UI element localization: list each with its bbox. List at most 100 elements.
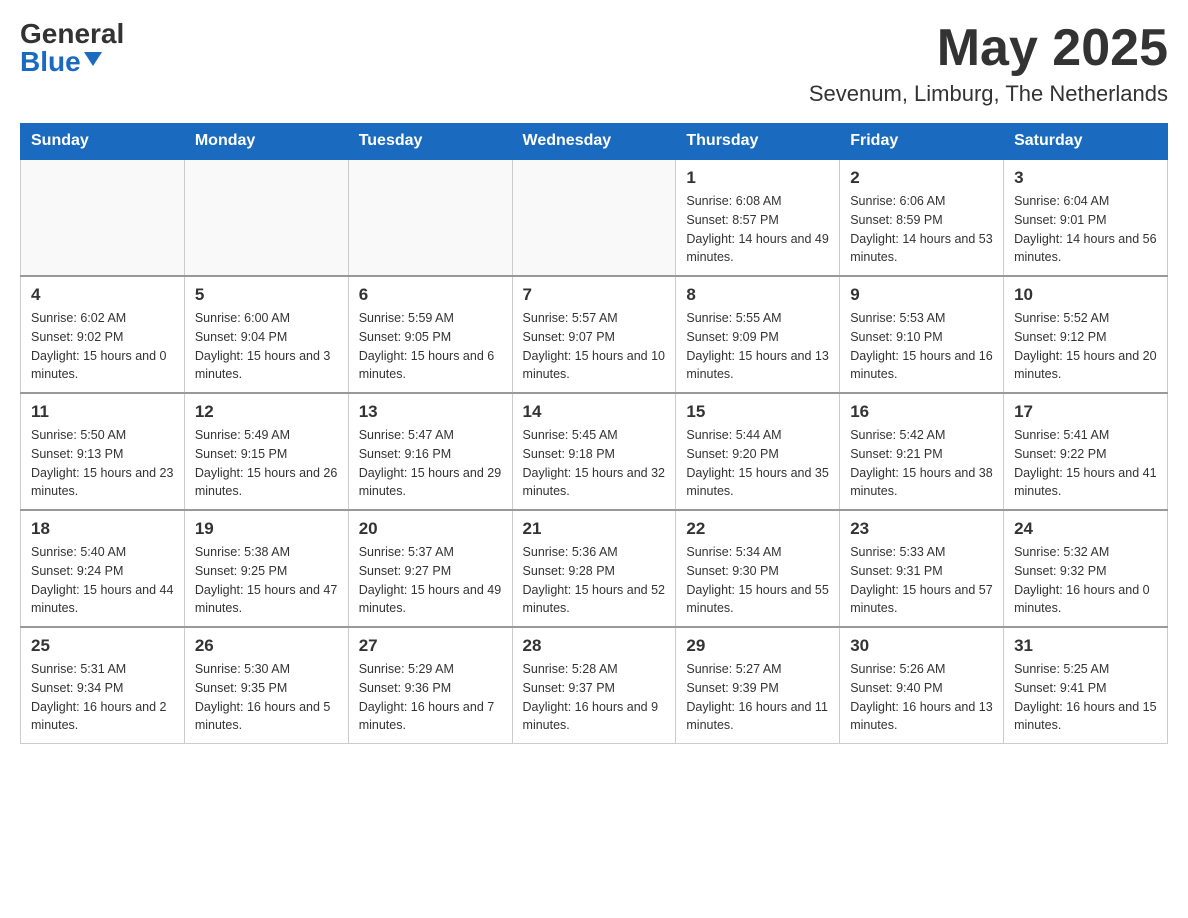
day-number: 19 [195, 519, 338, 539]
day-number: 21 [523, 519, 666, 539]
calendar-header-row: Sunday Monday Tuesday Wednesday Thursday… [21, 124, 1168, 160]
table-row: 2Sunrise: 6:06 AMSunset: 8:59 PMDaylight… [840, 159, 1004, 276]
calendar-week-row: 4 Sunrise: 6:02 AMSunset: 9:02 PMDaylight… [21, 276, 1168, 393]
header-monday: Monday [184, 124, 348, 160]
table-row: 8Sunrise: 5:55 AMSunset: 9:09 PMDaylight… [676, 276, 840, 393]
calendar-week-row: 11Sunrise: 5:50 AMSunset: 9:13 PMDayligh… [21, 393, 1168, 510]
day-number: 26 [195, 636, 338, 656]
table-row: 26 Sunrise: 5:30 AMSunset: 9:35 PMDayligh… [184, 627, 348, 744]
day-number: 10 [1014, 285, 1157, 305]
header-tuesday: Tuesday [348, 124, 512, 160]
day-info: Sunrise: 5:44 AMSunset: 9:20 PMDaylight:… [686, 426, 829, 501]
day-number: 14 [523, 402, 666, 422]
table-row: 16 Sunrise: 5:42 AMSunset: 9:21 PMDayligh… [840, 393, 1004, 510]
header-sunday: Sunday [21, 124, 185, 160]
day-info: Sunrise: 5:53 AMSunset: 9:10 PMDaylight:… [850, 309, 993, 384]
table-row: 9 Sunrise: 5:53 AMSunset: 9:10 PMDaylight… [840, 276, 1004, 393]
day-info: Sunrise: 5:33 AMSunset: 9:31 PMDaylight:… [850, 543, 993, 618]
day-number: 15 [686, 402, 829, 422]
table-row: 4 Sunrise: 6:02 AMSunset: 9:02 PMDaylight… [21, 276, 185, 393]
day-number: 7 [523, 285, 666, 305]
table-row: 1 Sunrise: 6:08 AMSunset: 8:57 PMDaylight… [676, 159, 840, 276]
header-saturday: Saturday [1004, 124, 1168, 160]
day-number: 29 [686, 636, 829, 656]
table-row: 15 Sunrise: 5:44 AMSunset: 9:20 PMDayligh… [676, 393, 840, 510]
day-info: Sunrise: 5:45 AMSunset: 9:18 PMDaylight:… [523, 426, 666, 501]
table-row: 23 Sunrise: 5:33 AMSunset: 9:31 PMDayligh… [840, 510, 1004, 627]
day-number: 16 [850, 402, 993, 422]
table-row: 25Sunrise: 5:31 AMSunset: 9:34 PMDayligh… [21, 627, 185, 744]
day-info: Sunrise: 5:40 AMSunset: 9:24 PMDaylight:… [31, 543, 174, 618]
calendar-week-row: 25Sunrise: 5:31 AMSunset: 9:34 PMDayligh… [21, 627, 1168, 744]
day-info: Sunrise: 5:55 AMSunset: 9:09 PMDaylight:… [686, 309, 829, 384]
day-number: 25 [31, 636, 174, 656]
day-number: 30 [850, 636, 993, 656]
day-info: Sunrise: 5:49 AMSunset: 9:15 PMDaylight:… [195, 426, 338, 501]
table-row [348, 159, 512, 276]
logo-blue: Blue [20, 48, 81, 76]
day-info: Sunrise: 5:26 AMSunset: 9:40 PMDaylight:… [850, 660, 993, 735]
table-row: 13 Sunrise: 5:47 AMSunset: 9:16 PMDayligh… [348, 393, 512, 510]
day-number: 4 [31, 285, 174, 305]
day-number: 23 [850, 519, 993, 539]
logo: General Blue [20, 20, 133, 76]
day-number: 13 [359, 402, 502, 422]
day-info: Sunrise: 5:28 AMSunset: 9:37 PMDaylight:… [523, 660, 666, 735]
day-info: Sunrise: 6:08 AMSunset: 8:57 PMDaylight:… [686, 192, 829, 267]
day-info: Sunrise: 5:32 AMSunset: 9:32 PMDaylight:… [1014, 543, 1157, 618]
day-number: 1 [686, 168, 829, 188]
day-info: Sunrise: 6:06 AMSunset: 8:59 PMDaylight:… [850, 192, 993, 267]
table-row: 31Sunrise: 5:25 AMSunset: 9:41 PMDayligh… [1004, 627, 1168, 744]
day-number: 20 [359, 519, 502, 539]
day-info: Sunrise: 6:02 AMSunset: 9:02 PMDaylight:… [31, 309, 174, 384]
day-number: 28 [523, 636, 666, 656]
table-row: 11Sunrise: 5:50 AMSunset: 9:13 PMDayligh… [21, 393, 185, 510]
table-row [21, 159, 185, 276]
calendar-week-row: 1 Sunrise: 6:08 AMSunset: 8:57 PMDaylight… [21, 159, 1168, 276]
day-number: 31 [1014, 636, 1157, 656]
day-number: 12 [195, 402, 338, 422]
day-number: 11 [31, 402, 174, 422]
month-title: May 2025 [809, 20, 1168, 77]
day-info: Sunrise: 5:29 AMSunset: 9:36 PMDaylight:… [359, 660, 502, 735]
table-row: 5Sunrise: 6:00 AMSunset: 9:04 PMDaylight… [184, 276, 348, 393]
table-row: 30 Sunrise: 5:26 AMSunset: 9:40 PMDayligh… [840, 627, 1004, 744]
table-row: 6 Sunrise: 5:59 AMSunset: 9:05 PMDaylight… [348, 276, 512, 393]
day-info: Sunrise: 5:59 AMSunset: 9:05 PMDaylight:… [359, 309, 502, 384]
day-info: Sunrise: 5:42 AMSunset: 9:21 PMDaylight:… [850, 426, 993, 501]
day-number: 24 [1014, 519, 1157, 539]
table-row: 3Sunrise: 6:04 AMSunset: 9:01 PMDaylight… [1004, 159, 1168, 276]
table-row: 20Sunrise: 5:37 AMSunset: 9:27 PMDayligh… [348, 510, 512, 627]
table-row: 27Sunrise: 5:29 AMSunset: 9:36 PMDayligh… [348, 627, 512, 744]
title-section: May 2025 Sevenum, Limburg, The Netherlan… [809, 20, 1168, 107]
header-thursday: Thursday [676, 124, 840, 160]
table-row: 18 Sunrise: 5:40 AMSunset: 9:24 PMDayligh… [21, 510, 185, 627]
table-row: 14 Sunrise: 5:45 AMSunset: 9:18 PMDayligh… [512, 393, 676, 510]
day-info: Sunrise: 5:34 AMSunset: 9:30 PMDaylight:… [686, 543, 829, 618]
location-title: Sevenum, Limburg, The Netherlands [809, 81, 1168, 107]
calendar-week-row: 18 Sunrise: 5:40 AMSunset: 9:24 PMDayligh… [21, 510, 1168, 627]
header-wednesday: Wednesday [512, 124, 676, 160]
day-number: 6 [359, 285, 502, 305]
day-info: Sunrise: 5:36 AMSunset: 9:28 PMDaylight:… [523, 543, 666, 618]
table-row: 21 Sunrise: 5:36 AMSunset: 9:28 PMDayligh… [512, 510, 676, 627]
day-info: Sunrise: 5:47 AMSunset: 9:16 PMDaylight:… [359, 426, 502, 501]
table-row: 12 Sunrise: 5:49 AMSunset: 9:15 PMDayligh… [184, 393, 348, 510]
day-info: Sunrise: 5:57 AMSunset: 9:07 PMDaylight:… [523, 309, 666, 384]
header-friday: Friday [840, 124, 1004, 160]
day-number: 18 [31, 519, 174, 539]
day-number: 9 [850, 285, 993, 305]
table-row [512, 159, 676, 276]
day-info: Sunrise: 6:00 AMSunset: 9:04 PMDaylight:… [195, 309, 338, 384]
table-row: 22Sunrise: 5:34 AMSunset: 9:30 PMDayligh… [676, 510, 840, 627]
logo-general: General [20, 20, 124, 48]
table-row: 28 Sunrise: 5:28 AMSunset: 9:37 PMDayligh… [512, 627, 676, 744]
day-info: Sunrise: 5:52 AMSunset: 9:12 PMDaylight:… [1014, 309, 1157, 384]
calendar-table: Sunday Monday Tuesday Wednesday Thursday… [20, 123, 1168, 744]
logo-arrow-icon [84, 52, 102, 71]
table-row: 7 Sunrise: 5:57 AMSunset: 9:07 PMDaylight… [512, 276, 676, 393]
day-info: Sunrise: 5:30 AMSunset: 9:35 PMDaylight:… [195, 660, 338, 735]
page-header: General Blue May 2025 Sevenum, Limburg, … [20, 20, 1168, 107]
day-info: Sunrise: 5:27 AMSunset: 9:39 PMDaylight:… [686, 660, 829, 735]
day-number: 3 [1014, 168, 1157, 188]
